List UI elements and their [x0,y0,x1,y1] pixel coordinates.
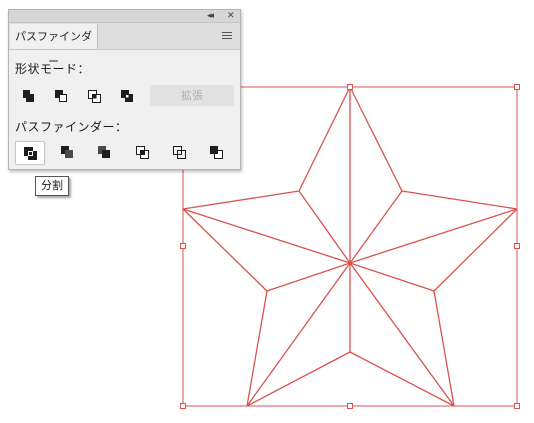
minus-back-icon [210,146,223,159]
star-division-line [298,190,351,264]
star-division-line [349,208,518,264]
merge-button[interactable] [91,141,117,163]
pathfinders-label: パスファインダー： [15,120,128,134]
resize-handle-left[interactable] [180,243,186,249]
close-panel-icon[interactable]: ✕ [227,10,235,22]
resize-handle-bottom-left[interactable] [180,403,186,409]
minus-front-icon [55,90,67,102]
trim-icon [61,146,73,158]
resize-handle-bottom[interactable] [347,403,353,409]
resize-handle-bottom-right[interactable] [514,403,520,409]
resize-handle-top-right[interactable] [514,84,520,90]
resize-handle-top[interactable] [347,84,353,90]
star-division-line [349,190,403,264]
tab-pathfinder[interactable]: パスファインダー [10,24,98,68]
star-division-line [349,262,455,407]
divide-tooltip: 分割 [35,176,69,196]
panel-menu-icon[interactable] [222,32,232,40]
merge-icon [98,146,110,158]
expand-button[interactable]: 拡張 [150,85,234,106]
crop-button[interactable] [129,141,155,163]
collapse-panel-icon[interactable]: ◂◂ [207,10,214,22]
crop-icon [136,146,149,159]
star-division-line [349,262,435,292]
shape-modes-label: 形状モード： [15,62,91,76]
minus-front-button[interactable] [48,85,74,107]
star-division-line [182,208,351,264]
star-division-line [246,262,351,407]
pathfinder-panel: ◂◂ ✕ パスファインダー 形状モード： 拡張 パスファインダー： [8,9,241,170]
divide-button[interactable] [15,141,45,165]
star-division-line [266,262,351,292]
outline-icon [173,146,186,159]
intersect-icon [88,90,101,103]
exclude-icon [121,90,133,102]
outline-button[interactable] [166,141,192,163]
trim-button[interactable] [54,141,80,163]
exclude-button[interactable] [114,85,140,107]
intersect-button[interactable] [81,85,107,107]
panel-tab-row: パスファインダー [9,23,240,68]
unite-icon [23,90,34,102]
divide-icon [24,147,37,160]
unite-button[interactable] [15,85,41,107]
canvas-stage: ◂◂ ✕ パスファインダー 形状モード： 拡張 パスファインダー： 分割 [0,0,534,423]
resize-handle-right[interactable] [514,243,520,249]
minus-back-button[interactable] [203,141,229,163]
panel-title-bar[interactable]: ◂◂ ✕ [9,10,240,23]
